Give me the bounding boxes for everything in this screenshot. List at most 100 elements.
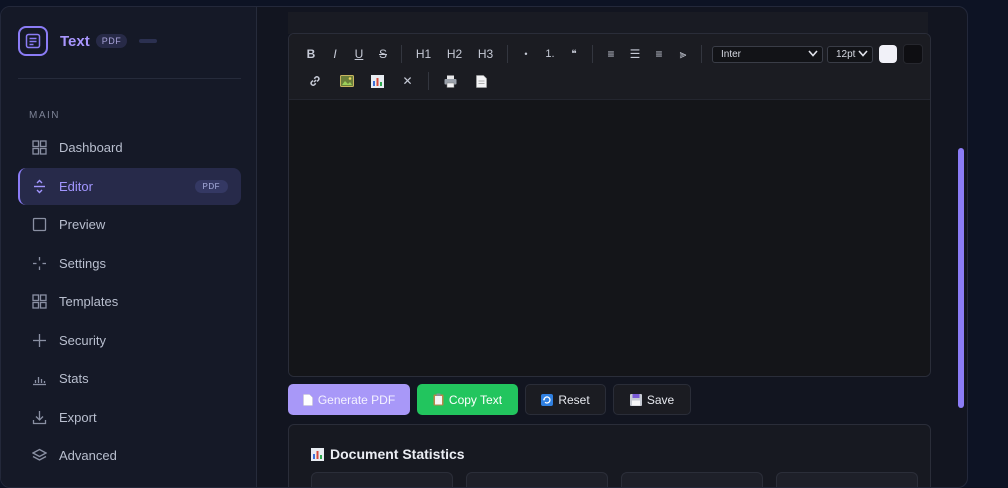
layers-icon	[31, 448, 47, 464]
font-family-select[interactable]: Inter	[712, 45, 823, 63]
document-logo-icon	[18, 26, 48, 56]
stat-box	[621, 472, 763, 487]
sidebar-item-label: Stats	[59, 371, 89, 386]
bullet-list-button[interactable]: •	[514, 43, 538, 65]
chart-icon[interactable]	[362, 70, 393, 92]
grid-icon	[31, 140, 47, 156]
heading3-button[interactable]: H3	[470, 43, 501, 65]
scrollbar[interactable]	[958, 148, 966, 408]
sidebar-item-export[interactable]: Export	[18, 399, 241, 436]
sidebar-item-label: Settings	[59, 255, 106, 271]
sidebar-item-editor[interactable]: Editor PDF	[18, 167, 241, 205]
generate-pdf-label: Generate PDF	[317, 392, 396, 407]
top-panel-edge	[288, 12, 928, 34]
sidebar-item-badge: PDF	[194, 179, 228, 193]
toolbar-separator	[507, 45, 508, 63]
sidebar-item-settings[interactable]: Settings	[18, 245, 241, 282]
sparkle-icon	[31, 255, 47, 271]
sidebar-item-security[interactable]: Security	[18, 322, 241, 359]
refresh-icon	[541, 393, 554, 406]
plus-icon	[31, 332, 47, 348]
stat-box	[311, 472, 453, 487]
editor-text-area[interactable]	[289, 100, 930, 376]
toolbar-separator	[701, 45, 702, 63]
justify-button[interactable]: ⫸	[671, 43, 695, 65]
sidebar-item-label: Dashboard	[59, 140, 123, 155]
stat-box	[776, 472, 918, 487]
action-bar: Generate PDF Copy Text Reset Save	[288, 384, 698, 415]
quote-button[interactable]: ❝	[562, 43, 586, 65]
copy-text-button[interactable]: Copy Text	[417, 384, 518, 415]
font-size-value: 12pt	[836, 48, 856, 60]
strikethrough-button[interactable]: S	[371, 43, 395, 65]
document-icon	[303, 393, 313, 406]
align-left-button[interactable]: ≡	[599, 43, 623, 65]
sidebar-item-label: Templates	[59, 294, 119, 309]
editor-card: B I U S H1 H2 H3 • 1. ❝ ≡ ☰ ≡ ⫸ Inter 12…	[288, 33, 931, 377]
stats-title: Document Statistics	[330, 446, 465, 462]
app-window: Text PDF MAIN Dashboard Editor PDF Previ…	[0, 6, 968, 488]
chevron-down-icon	[858, 49, 868, 60]
sidebar-item-label: Editor	[59, 178, 93, 194]
stat-box	[466, 472, 608, 487]
printer-icon[interactable]	[435, 70, 466, 92]
sidebar-item-preview[interactable]: Preview	[18, 206, 241, 243]
sidebar-item-templates[interactable]: Templates	[18, 283, 241, 320]
main-content: B I U S H1 H2 H3 • 1. ❝ ≡ ☰ ≡ ⫸ Inter 12…	[257, 7, 967, 487]
logo[interactable]: Text PDF	[18, 26, 158, 56]
logo-decoration	[139, 39, 158, 43]
heading2-button[interactable]: H2	[439, 43, 470, 65]
generate-pdf-button[interactable]: Generate PDF	[288, 384, 410, 415]
reset-label: Reset	[558, 392, 590, 407]
heading1-button[interactable]: H1	[408, 43, 439, 65]
app-name: Text	[60, 32, 90, 50]
editor-toolbar: B I U S H1 H2 H3 • 1. ❝ ≡ ☰ ≡ ⫸ Inter 12…	[289, 34, 930, 100]
stats-heading: Document Statistics	[311, 446, 465, 462]
reset-button[interactable]: Reset	[525, 384, 606, 415]
bold-button[interactable]: B	[299, 43, 323, 65]
sidebar: Text PDF MAIN Dashboard Editor PDF Previ…	[1, 7, 257, 487]
toolbar-separator	[428, 72, 429, 90]
background-color-picker[interactable]	[903, 44, 923, 64]
copy-text-label: Copy Text	[448, 392, 503, 407]
image-icon[interactable]	[331, 70, 362, 92]
toolbar-row-insert: ✕	[299, 69, 497, 93]
font-family-value: Inter	[721, 48, 742, 60]
app-badge: PDF	[95, 34, 128, 48]
font-size-select[interactable]: 12pt	[827, 45, 873, 63]
document-statistics-card: Document Statistics	[288, 424, 931, 487]
link-icon[interactable]	[299, 70, 331, 92]
floppy-disk-icon	[629, 393, 642, 406]
sidebar-item-label: Security	[59, 332, 106, 348]
italic-button[interactable]: I	[323, 43, 347, 65]
download-icon	[31, 409, 47, 425]
clear-format-button[interactable]: ✕	[393, 70, 422, 92]
editor-arrows-icon	[31, 178, 47, 194]
clipboard-icon	[433, 393, 444, 406]
sidebar-item-label: Preview	[59, 217, 106, 232]
sidebar-item-label: Advanced	[59, 448, 117, 463]
sidebar-item-advanced[interactable]: Advanced	[18, 437, 241, 474]
save-label: Save	[646, 392, 675, 407]
bar-chart-icon	[31, 371, 47, 387]
save-button[interactable]: Save	[613, 384, 691, 415]
align-right-button[interactable]: ≡	[647, 43, 671, 65]
scrollbar-thumb[interactable]	[958, 148, 964, 408]
chevron-down-icon	[808, 49, 818, 60]
sidebar-item-dashboard[interactable]: Dashboard	[18, 129, 241, 166]
grid-icon	[31, 294, 47, 310]
document-icon[interactable]	[466, 70, 497, 92]
bar-chart-icon	[311, 447, 324, 461]
square-icon	[31, 217, 47, 233]
toolbar-separator	[592, 45, 593, 63]
stat-boxes	[311, 472, 931, 487]
align-center-button[interactable]: ☰	[623, 43, 647, 65]
sidebar-item-stats[interactable]: Stats	[18, 360, 241, 397]
numbered-list-button[interactable]: 1.	[538, 43, 562, 65]
section-label-main: MAIN	[29, 110, 60, 121]
underline-button[interactable]: U	[347, 43, 371, 65]
sidebar-nav: Dashboard Editor PDF Preview Settings Te…	[18, 129, 241, 476]
toolbar-row-formatting: B I U S H1 H2 H3 • 1. ❝ ≡ ☰ ≡ ⫸ Inter 12…	[299, 42, 923, 66]
toolbar-separator	[401, 45, 402, 63]
text-color-picker[interactable]	[879, 45, 897, 63]
